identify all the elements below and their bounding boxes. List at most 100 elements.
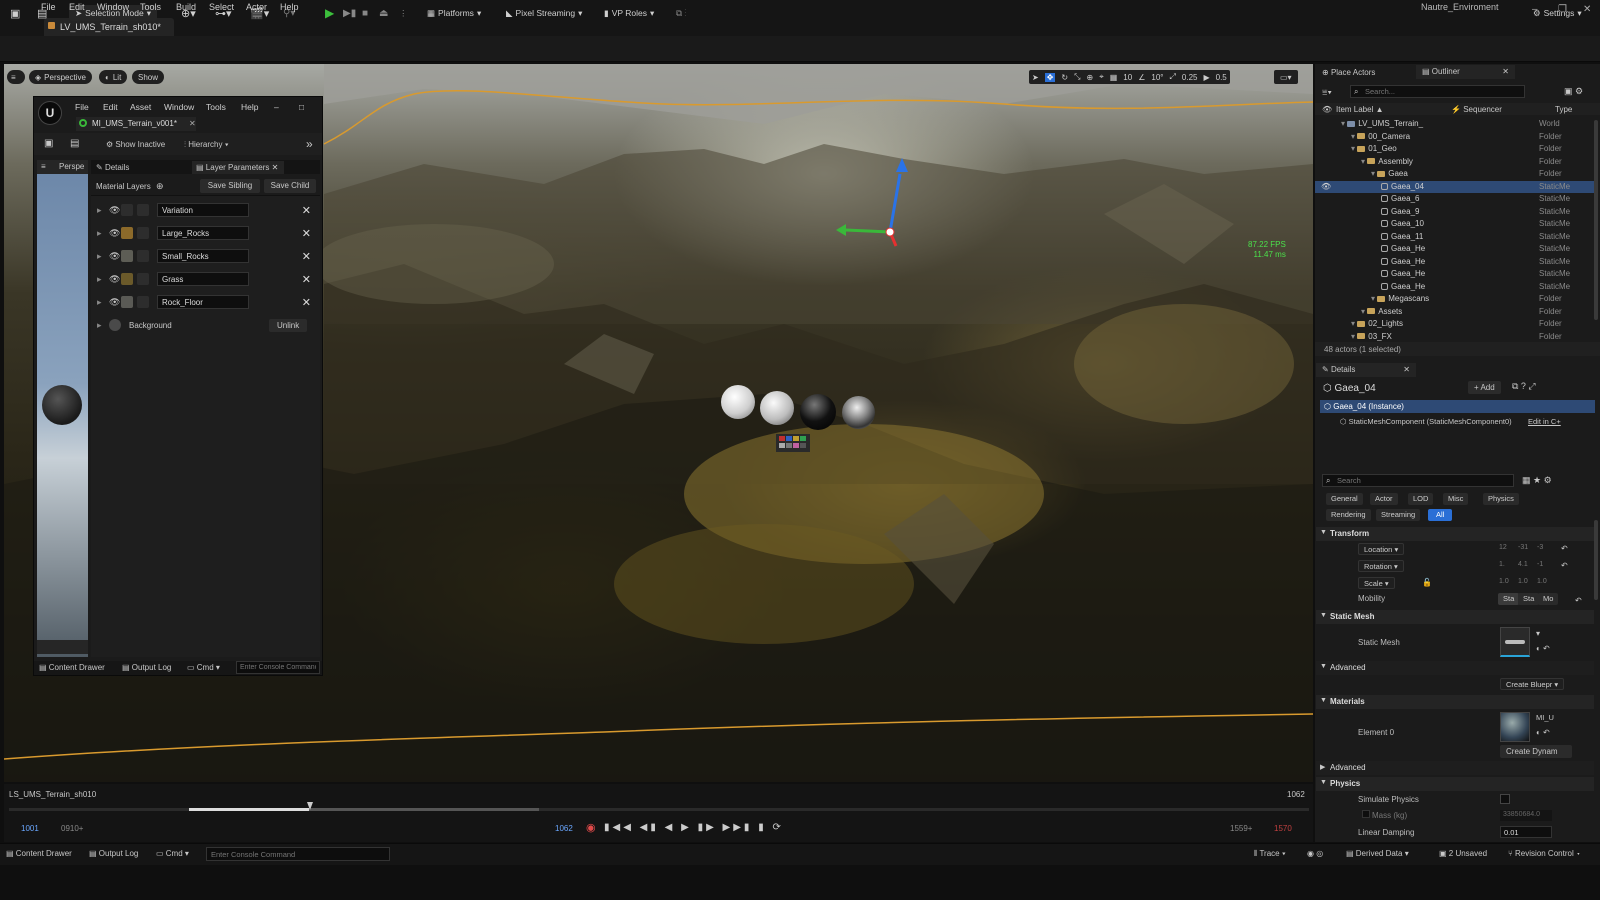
me-console-input[interactable] xyxy=(236,661,320,674)
component-instance-row[interactable]: ⬡ Gaea_04 (Instance) xyxy=(1320,400,1595,413)
filter-lod[interactable]: LOD xyxy=(1408,493,1434,505)
perspective-button[interactable]: ◈ Perspective xyxy=(29,70,92,84)
outliner-add-icon[interactable]: ▣ ⚙ xyxy=(1564,86,1583,97)
blend-thumbnail[interactable] xyxy=(137,227,149,239)
mass-override-checkbox[interactable] xyxy=(1362,810,1370,818)
add-component-button[interactable]: + Add xyxy=(1468,381,1501,394)
rotation-x[interactable]: 1. xyxy=(1499,561,1505,568)
move-tool-icon[interactable]: ✥ xyxy=(1044,72,1056,82)
layer-row[interactable]: ▸ 👁 Large_Rocks ✕ xyxy=(97,223,317,243)
close-icon[interactable]: ✕ xyxy=(1583,4,1591,15)
outliner-row[interactable]: ▾ Assembly Folder xyxy=(1315,156,1595,168)
surface-snap-icon[interactable]: ⌖ xyxy=(1099,72,1104,82)
filter-physics[interactable]: Physics xyxy=(1483,493,1519,505)
world-local-icon[interactable]: ⊕ xyxy=(1087,73,1094,82)
unlink-button[interactable]: Unlink xyxy=(269,318,308,332)
outliner-row[interactable]: ▾ LV_UMS_Terrain_ World xyxy=(1315,118,1595,130)
expand-arrow-icon[interactable]: ▸ xyxy=(97,228,109,239)
outliner-row[interactable]: Gaea_He StaticMe xyxy=(1315,256,1595,268)
expand-arrow-icon[interactable]: ▸ xyxy=(97,320,109,331)
output-log-button[interactable]: ▤ Output Log xyxy=(89,849,138,858)
details-tab[interactable]: ✎ Details ✕ xyxy=(1316,363,1416,377)
filter-streaming[interactable]: Streaming xyxy=(1376,509,1421,521)
material-preview-viewport[interactable]: ≡ Perspe xyxy=(37,160,88,657)
browse-to-asset-icon[interactable]: ◐ ↶ xyxy=(1536,644,1550,653)
collapse-arrow-icon[interactable]: ▼ xyxy=(1320,663,1327,670)
layer-name[interactable]: Large_Rocks xyxy=(157,226,249,240)
rotation-snap-value[interactable]: 10° xyxy=(1151,73,1163,82)
place-actors-tab[interactable]: ⊕ Place Actors xyxy=(1322,68,1375,77)
eye-icon[interactable]: 👁 xyxy=(109,297,121,308)
layer-parameters-tab[interactable]: ▤ Layer Parameters ✕ xyxy=(192,161,284,174)
camera-speed-icon[interactable]: ▶ xyxy=(1203,73,1209,82)
materials-section[interactable]: Materials xyxy=(1316,695,1594,709)
reset-location-icon[interactable]: ↶ xyxy=(1561,544,1568,553)
layer-row[interactable]: ▸ 👁 Grass ✕ xyxy=(97,269,317,289)
preview-perspective-label[interactable]: Perspe xyxy=(59,162,84,171)
col-type[interactable]: Type xyxy=(1555,105,1572,114)
filter-actor[interactable]: Actor xyxy=(1370,493,1398,505)
outliner-row[interactable]: Gaea_He StaticMe xyxy=(1315,268,1595,280)
outliner-search-input[interactable] xyxy=(1350,85,1525,98)
filter-general[interactable]: General xyxy=(1326,493,1363,505)
grid-snap-value[interactable]: 10 xyxy=(1123,73,1132,82)
layer-thumbnail[interactable] xyxy=(121,296,133,308)
create-dynamic-material-button[interactable]: Create Dynam xyxy=(1500,745,1572,758)
eye-icon[interactable]: 👁 xyxy=(109,228,121,239)
collapse-arrow-icon[interactable]: ▼ xyxy=(1320,779,1327,786)
background-thumbnail[interactable] xyxy=(109,319,121,331)
details-search-input[interactable] xyxy=(1322,474,1514,487)
revision-control-button[interactable]: ⑂ Revision Control ▾ xyxy=(1508,849,1581,858)
remove-layer-icon[interactable]: ✕ xyxy=(302,227,311,240)
record-icon[interactable]: ◉ xyxy=(586,821,596,834)
eye-icon[interactable]: 👁 xyxy=(109,205,121,216)
remove-layer-icon[interactable]: ✕ xyxy=(302,250,311,263)
collapse-arrow-icon[interactable]: ▼ xyxy=(1320,529,1327,536)
mobility-stationary[interactable]: Sta xyxy=(1518,593,1540,605)
mobility-movable[interactable]: Mo xyxy=(1538,593,1559,605)
reset-rotation-icon[interactable]: ↶ xyxy=(1561,561,1568,570)
outliner-row[interactable]: ▾ 01_Geo Folder xyxy=(1315,143,1595,155)
background-layer-row[interactable]: ▸ Background Unlink xyxy=(97,315,317,335)
material-name[interactable]: MI_U xyxy=(1536,713,1554,722)
layer-thumbnail[interactable] xyxy=(121,227,133,239)
console-input[interactable] xyxy=(206,847,390,861)
menu-build[interactable]: Build xyxy=(176,2,196,12)
outliner-row[interactable]: ▾ 00_Camera Folder xyxy=(1315,131,1595,143)
expand-arrow-icon[interactable]: ▸ xyxy=(97,297,109,308)
add-layer-icon[interactable]: ⊕ xyxy=(156,181,164,192)
layout-button[interactable]: ▭▾ xyxy=(1274,70,1298,84)
details-view-options-icons[interactable]: ▦ ★ ⚙ xyxy=(1522,475,1552,486)
menu-edit[interactable]: Edit xyxy=(69,2,85,12)
filter-rendering[interactable]: Rendering xyxy=(1326,509,1371,521)
menu-file[interactable]: File xyxy=(41,2,56,12)
reset-scale-icon[interactable]: ↶ xyxy=(1575,596,1582,605)
collapse-arrow-icon[interactable]: ▼ xyxy=(1320,697,1327,704)
transform-section[interactable]: Transform xyxy=(1316,527,1594,541)
me-content-drawer-button[interactable]: ▤ Content Drawer xyxy=(39,663,105,672)
location-y[interactable]: -31 xyxy=(1518,544,1528,551)
scale-x[interactable]: 1.0 xyxy=(1499,578,1509,585)
content-drawer-button[interactable]: ▤ Content Drawer xyxy=(6,849,72,858)
static-mesh-section[interactable]: Static Mesh xyxy=(1316,610,1594,624)
visibility-eye-icon[interactable]: 👁 xyxy=(1321,182,1331,191)
menu-window[interactable]: Window xyxy=(97,2,129,12)
location-dropdown[interactable]: Location ▾ xyxy=(1358,543,1405,555)
me-menu-edit[interactable]: Edit xyxy=(103,102,118,112)
eye-icon[interactable]: 👁 xyxy=(109,251,121,262)
end-frame-offset[interactable]: 1559+ xyxy=(1230,824,1252,833)
expand-arrow-icon[interactable]: ▸ xyxy=(97,251,109,262)
me-asset-tab[interactable]: MI_UMS_Terrain_v001* xyxy=(76,117,196,131)
rotation-y[interactable]: 4.1 xyxy=(1518,561,1528,568)
me-menu-help[interactable]: Help xyxy=(241,102,258,112)
me-menu-file[interactable]: File xyxy=(75,102,89,112)
cmd-button[interactable]: ▭ Cmd ▾ xyxy=(156,849,189,858)
outliner-row[interactable]: ▾ 03_FX Folder xyxy=(1315,331,1595,343)
me-output-log-button[interactable]: ▤ Output Log xyxy=(122,663,171,672)
physics-section[interactable]: Physics xyxy=(1316,777,1594,791)
outliner-row[interactable]: Gaea_9 StaticMe xyxy=(1315,206,1595,218)
scale-snap-value[interactable]: 0.25 xyxy=(1182,73,1198,82)
blend-thumbnail[interactable] xyxy=(137,204,149,216)
menu-actor[interactable]: Actor xyxy=(246,2,267,12)
collapse-arrow-icon[interactable]: ▼ xyxy=(1320,612,1327,619)
